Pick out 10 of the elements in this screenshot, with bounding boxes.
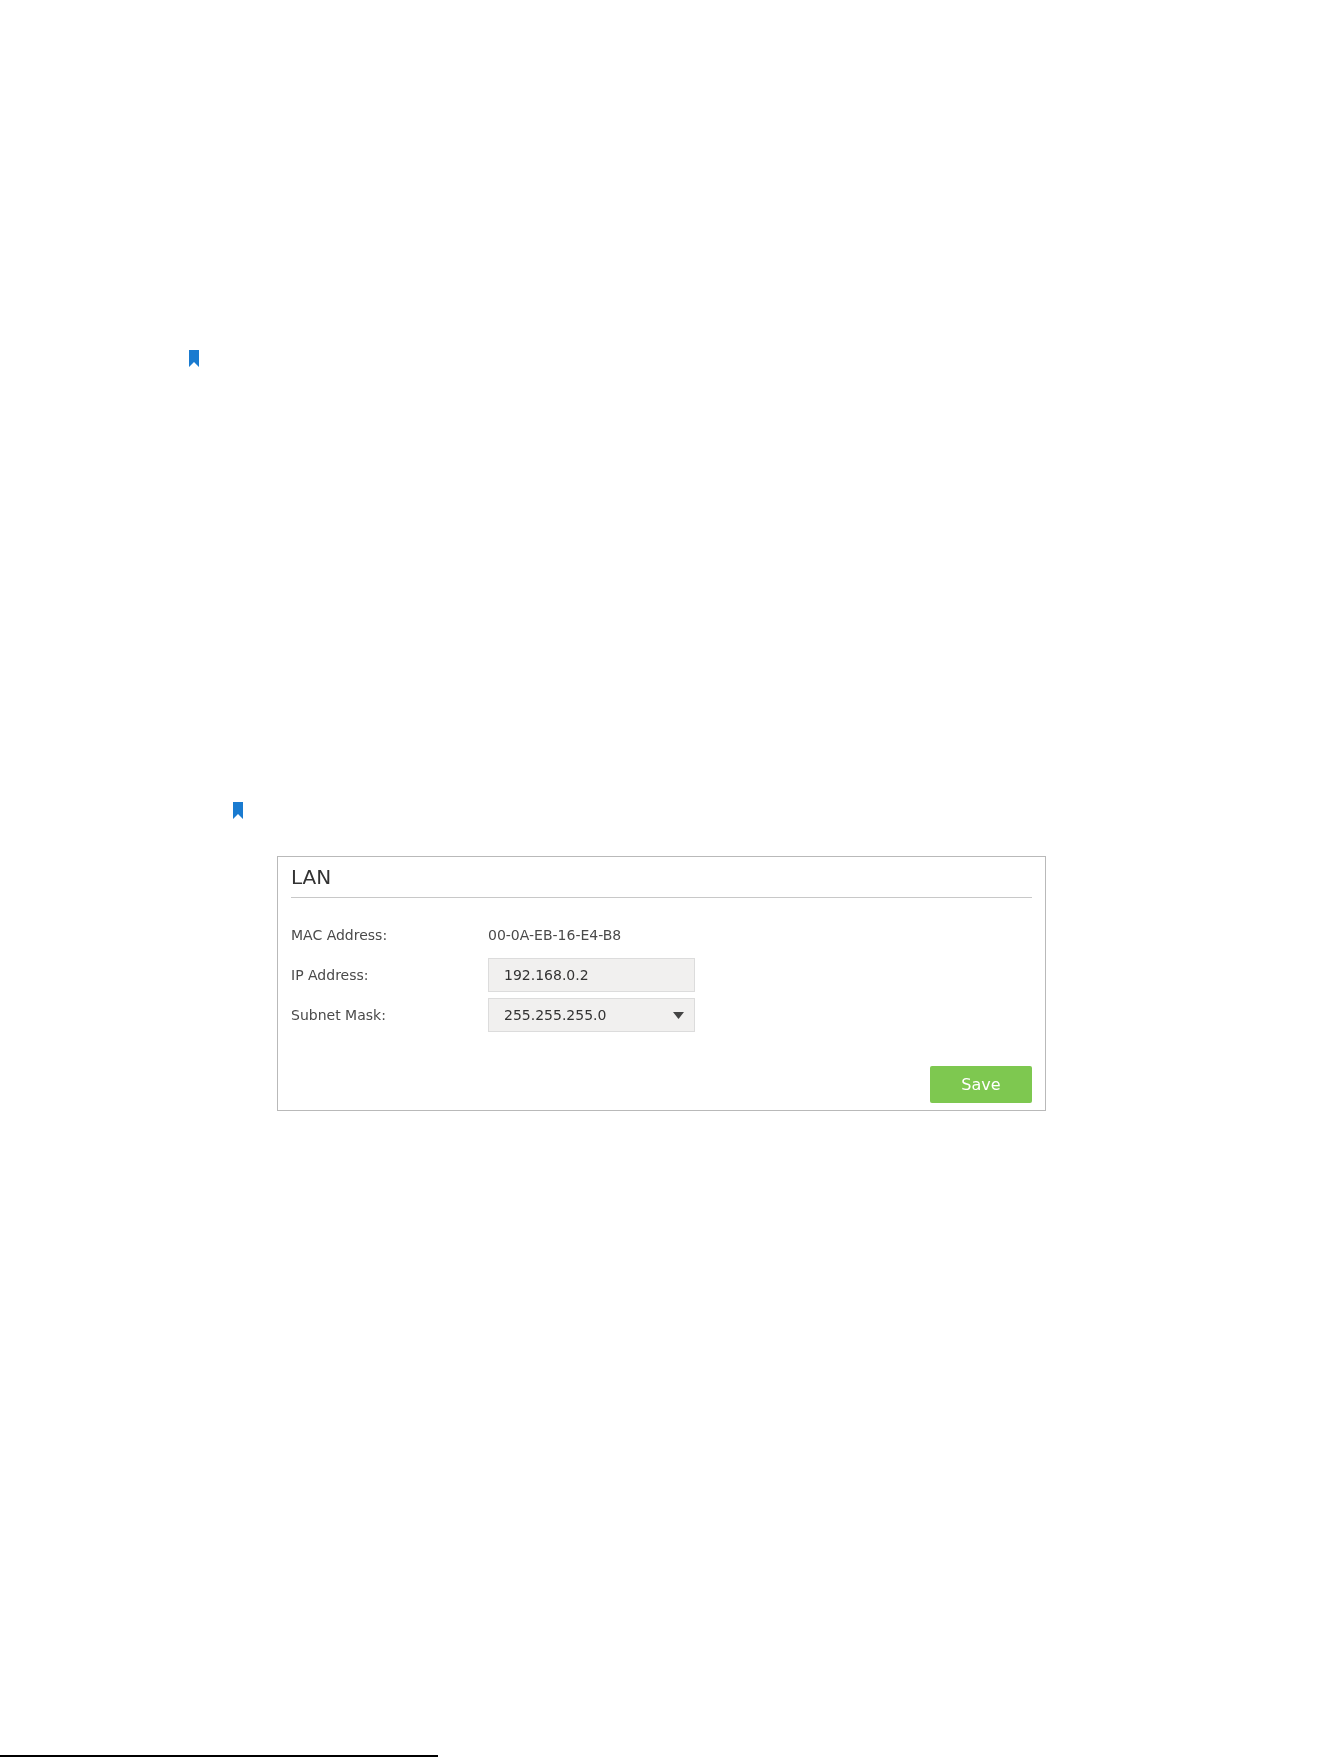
bookmark-icon (233, 802, 243, 819)
select-field[interactable]: 255.255.255.0 (488, 998, 695, 1032)
panel-title: LAN (291, 865, 332, 889)
input-field[interactable]: 192.168.0.2 (488, 958, 695, 992)
field-label: MAC Address: (291, 925, 389, 945)
bookmark-icon (189, 350, 199, 367)
field-value: 00-0A-EB-16-E4-B8 (488, 925, 622, 945)
field-label: Subnet Mask: (291, 1005, 387, 1025)
caret-icon (673, 1011, 684, 1019)
field-label: IP Address: (291, 965, 370, 985)
